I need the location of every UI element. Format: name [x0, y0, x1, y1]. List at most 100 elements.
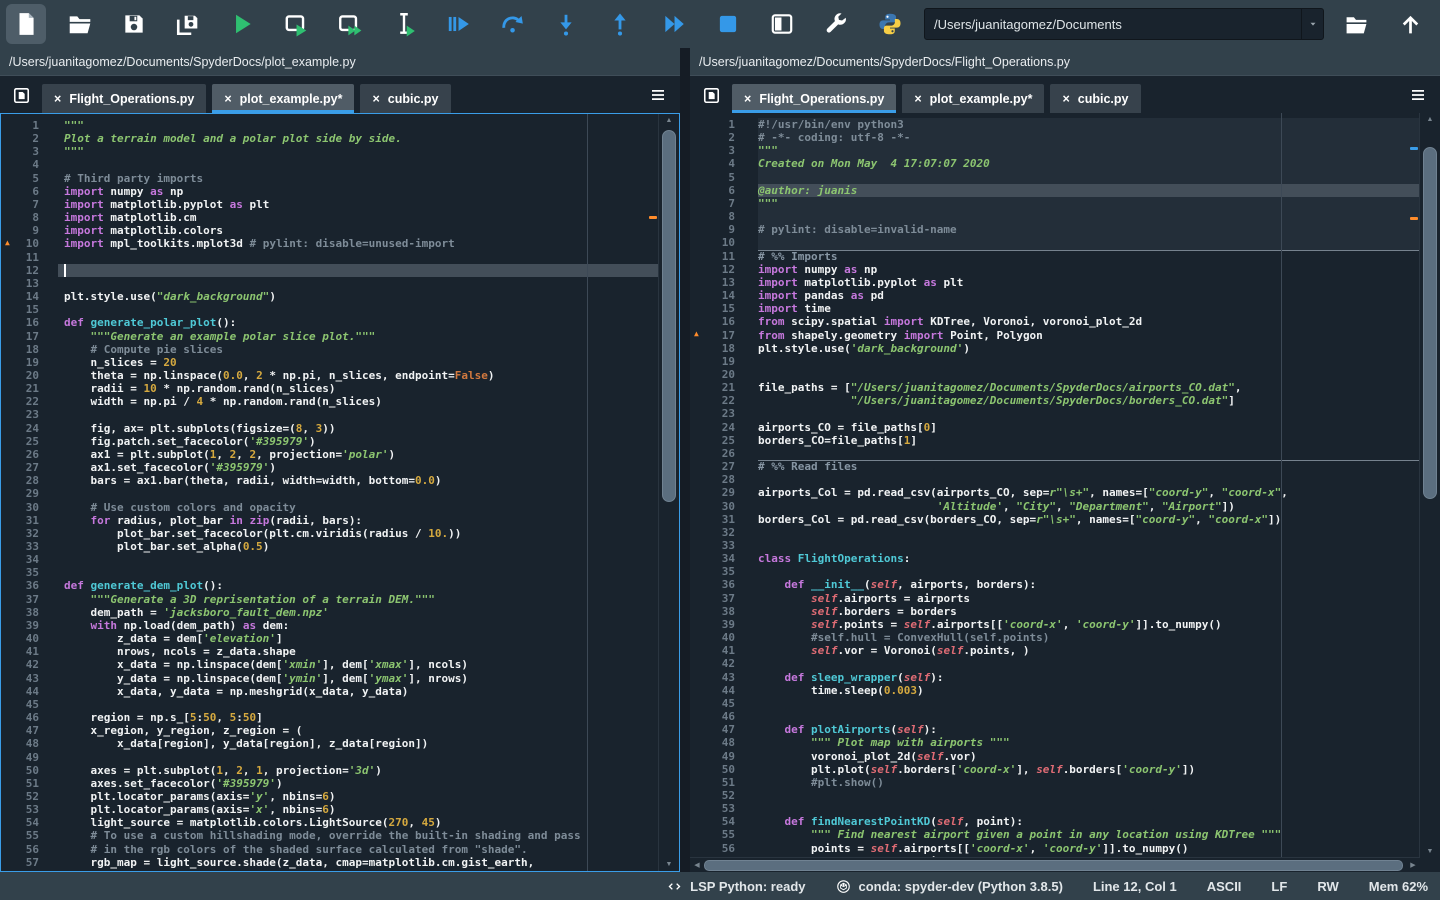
code-line[interactable]: 31 for radius, plot_bar in zip(radii, ba… [1, 514, 679, 527]
code-line[interactable]: 5 [690, 171, 1440, 184]
code-line[interactable]: 43 y_data = np.linspace(dem['ymin'], dem… [1, 672, 679, 685]
scroll-up-icon[interactable]: ▲ [1420, 113, 1440, 126]
scroll-down-icon[interactable]: ▼ [659, 858, 679, 871]
code-line[interactable]: 15import time [690, 302, 1440, 315]
code-line[interactable]: 28 bars = ax1.bar(theta, radii, width=wi… [1, 474, 679, 487]
code-line[interactable]: 56 # in the rgb colors of the shaded sur… [1, 843, 679, 856]
code-line[interactable]: 14import pandas as pd [690, 289, 1440, 302]
code-line[interactable]: 11# %% Imports [690, 250, 1440, 263]
code-line[interactable]: 12import numpy as np [690, 263, 1440, 276]
code-line[interactable]: 22 width = np.pi / 4 * np.random.rand(n_… [1, 395, 679, 408]
eol-status[interactable]: LF [1271, 879, 1287, 894]
code-line[interactable]: 34class FlightOperations: [690, 552, 1440, 565]
code-line[interactable]: 9# pylint: disable=invalid-name [690, 223, 1440, 236]
code-line[interactable]: 48 """ Plot map with airports """ [690, 736, 1440, 749]
code-line[interactable]: 45 [690, 697, 1440, 710]
browse-working-dir-button[interactable] [1336, 4, 1376, 44]
code-line[interactable]: 32 [690, 526, 1440, 539]
code-line[interactable]: 47 def plotAirports(self): [690, 723, 1440, 736]
browse-tabs-button[interactable] [698, 83, 724, 109]
code-line[interactable]: 20 [690, 368, 1440, 381]
code-line[interactable]: 12 [1, 264, 679, 277]
code-line[interactable]: 42 [690, 657, 1440, 670]
code-line[interactable]: 16from scipy.spatial import KDTree, Voro… [690, 315, 1440, 328]
code-line[interactable]: 45 [1, 698, 679, 711]
code-line[interactable]: 58 vert_exag=0.5, blend_mode='soft')) [1, 869, 679, 872]
run-selection-button[interactable] [384, 4, 424, 44]
scrollbar-thumb[interactable] [704, 860, 1403, 871]
python-env-button[interactable] [870, 4, 910, 44]
code-line[interactable]: 54 def findNearestPointKD(self, point): [690, 815, 1440, 828]
vertical-scrollbar[interactable]: ▲ ▼ [658, 114, 679, 871]
code-line[interactable]: 28 [690, 473, 1440, 486]
code-line[interactable]: 27 ax1.set_facecolor('#395979') [1, 461, 679, 474]
tab-plot-example-py[interactable]: ×plot_example.py* [212, 84, 354, 113]
code-line[interactable]: 23 [1, 408, 679, 421]
code-line[interactable]: 1#!/usr/bin/env python3 [690, 118, 1440, 131]
scroll-down-icon[interactable]: ▼ [1420, 845, 1440, 858]
code-line[interactable]: 42 x_data = np.linspace(dem['xmin'], dem… [1, 658, 679, 671]
code-line[interactable]: 1""" [1, 119, 679, 132]
continue-button[interactable] [654, 4, 694, 44]
code-line[interactable]: 41 nrows, ncols = z_data.shape [1, 645, 679, 658]
code-line[interactable]: 43 def sleep_wrapper(self): [690, 671, 1440, 684]
close-icon[interactable]: × [1062, 92, 1069, 106]
code-line[interactable]: 52 plt.locator_params(axis='y', nbins=6) [1, 790, 679, 803]
code-line[interactable]: 11 [1, 251, 679, 264]
debug-file-button[interactable] [438, 4, 478, 44]
code-line[interactable]: 24airports_CO = file_paths[0] [690, 421, 1440, 434]
code-line[interactable]: 13import matplotlib.pyplot as plt [690, 276, 1440, 289]
code-line[interactable]: 37 self.airports = airports [690, 592, 1440, 605]
code-line[interactable]: 26 [690, 447, 1440, 460]
code-line[interactable]: 4 [1, 158, 679, 171]
tab-flight-operations-py[interactable]: ×Flight_Operations.py [42, 84, 206, 113]
code-line[interactable]: 2Plot a terrain model and a polar plot s… [1, 132, 679, 145]
code-line[interactable]: 6@author: juanis [690, 184, 1440, 197]
scroll-right-icon[interactable]: ▶ [1406, 861, 1420, 869]
code-line[interactable]: 3""" [1, 145, 679, 158]
code-line[interactable]: 6import numpy as np [1, 185, 679, 198]
code-line[interactable]: 21 radii = 10 * np.random.rand(n_slices) [1, 382, 679, 395]
code-line[interactable]: 55 """ Find nearest airport given a poin… [690, 828, 1440, 841]
maximize-pane-button[interactable] [762, 4, 802, 44]
code-line[interactable]: 15 [1, 303, 679, 316]
code-line[interactable]: 54 light_source = matplotlib.colors.Ligh… [1, 816, 679, 829]
code-line[interactable]: 51 #plt.show() [690, 776, 1440, 789]
code-line[interactable]: 32 plot_bar.set_facecolor(plt.cm.viridis… [1, 527, 679, 540]
run-cell-button[interactable] [276, 4, 316, 44]
code-line[interactable]: 35 [1, 566, 679, 579]
code-line[interactable]: 50 axes = plt.subplot(1, 2, 1, projectio… [1, 764, 679, 777]
new-file-button[interactable] [6, 4, 46, 44]
code-line[interactable]: 38 self.borders = borders [690, 605, 1440, 618]
code-line[interactable]: 18 # Compute pie slices [1, 343, 679, 356]
code-line[interactable]: 22 "/Users/juanitagomez/Documents/Spyder… [690, 394, 1440, 407]
code-line[interactable]: 33 [690, 539, 1440, 552]
code-line[interactable]: 25 fig.patch.set_facecolor('#395979') [1, 435, 679, 448]
memory-usage[interactable]: Mem 62% [1369, 879, 1428, 894]
horizontal-scrollbar[interactable]: ◀ ▶ [690, 857, 1420, 872]
code-line[interactable]: 53 [690, 802, 1440, 815]
code-editor-left[interactable]: 1"""2Plot a terrain model and a polar pl… [0, 113, 680, 872]
code-line[interactable]: 31borders_Col = pd.read_csv(borders_CO, … [690, 513, 1440, 526]
code-line[interactable]: 21file_paths = ["/Users/juanitagomez/Doc… [690, 381, 1440, 394]
code-line[interactable]: 40 #self.hull = ConvexHull(self.points) [690, 631, 1440, 644]
chevron-down-icon[interactable] [1301, 9, 1323, 39]
code-line[interactable]: 47 x_region, y_region, z_region = ( [1, 724, 679, 737]
code-line[interactable]: 8 [690, 210, 1440, 223]
code-line[interactable]: 5# Third party imports [1, 172, 679, 185]
scroll-left-icon[interactable]: ◀ [690, 861, 704, 869]
code-line[interactable]: 56 points = self.airports[['coord-x', 'c… [690, 842, 1440, 855]
tab-cubic-py[interactable]: ×cubic.py [1050, 84, 1140, 113]
code-line[interactable]: 13 [1, 277, 679, 290]
tab-plot-example-py[interactable]: ×plot_example.py* [902, 84, 1044, 113]
code-line[interactable]: 50 plt.plot(self.borders['coord-x'], sel… [690, 763, 1440, 776]
scroll-up-icon[interactable]: ▲ [659, 114, 679, 127]
code-line[interactable]: 36def generate_dem_plot(): [1, 579, 679, 592]
code-line[interactable]: 40 z_data = dem['elevation'] [1, 632, 679, 645]
code-line[interactable]: 30 'Altitude', "City", "Department", "Ai… [690, 500, 1440, 513]
run-file-button[interactable] [222, 4, 262, 44]
save-button[interactable] [114, 4, 154, 44]
code-line[interactable]: 39 self.points = self.airports[['coord-x… [690, 618, 1440, 631]
working-directory-combobox[interactable]: /Users/juanitagomez/Documents [924, 8, 1324, 40]
conda-status[interactable]: conda: spyder-dev (Python 3.8.5) [836, 879, 1063, 894]
